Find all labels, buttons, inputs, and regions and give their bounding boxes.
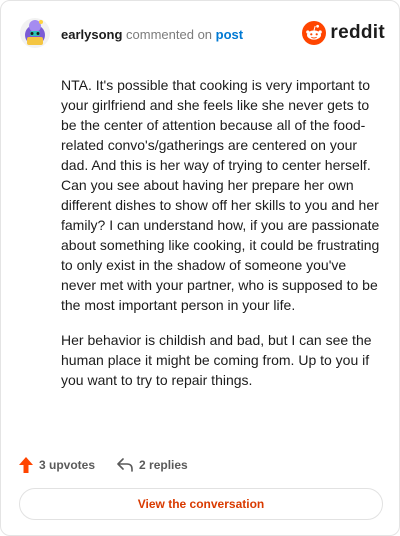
comment-header: earlysong commented on post reddit bbox=[19, 17, 385, 53]
comment-body: NTA. It's possible that cooking is very … bbox=[61, 75, 383, 405]
upvotes-label: 3 upvotes bbox=[39, 458, 96, 472]
username-link[interactable]: earlysong bbox=[61, 27, 122, 42]
post-link[interactable]: post bbox=[216, 27, 243, 42]
action-text: commented on bbox=[126, 27, 213, 42]
reddit-wordmark: reddit bbox=[330, 22, 385, 43]
replies-button[interactable]: 2 replies bbox=[117, 458, 188, 472]
reddit-brand[interactable]: reddit bbox=[302, 21, 385, 45]
comment-paragraph-1: NTA. It's possible that cooking is very … bbox=[61, 77, 380, 313]
avatar[interactable] bbox=[19, 17, 51, 49]
upvote-arrow-icon bbox=[19, 457, 33, 473]
comment-actions: 3 upvotes 2 replies bbox=[19, 454, 210, 476]
reply-arrow-icon bbox=[117, 458, 133, 472]
comment-paragraph-2: Her behavior is childish and bad, but I … bbox=[61, 332, 372, 388]
comment-meta: earlysong commented on post bbox=[61, 27, 243, 42]
comment-embed-card: earlysong commented on post reddit NTA. … bbox=[0, 0, 400, 536]
view-conversation-button[interactable]: View the conversation bbox=[19, 488, 383, 520]
upvotes-button[interactable]: 3 upvotes bbox=[19, 457, 95, 473]
replies-label: 2 replies bbox=[139, 458, 188, 472]
reddit-logo-icon bbox=[302, 21, 327, 45]
